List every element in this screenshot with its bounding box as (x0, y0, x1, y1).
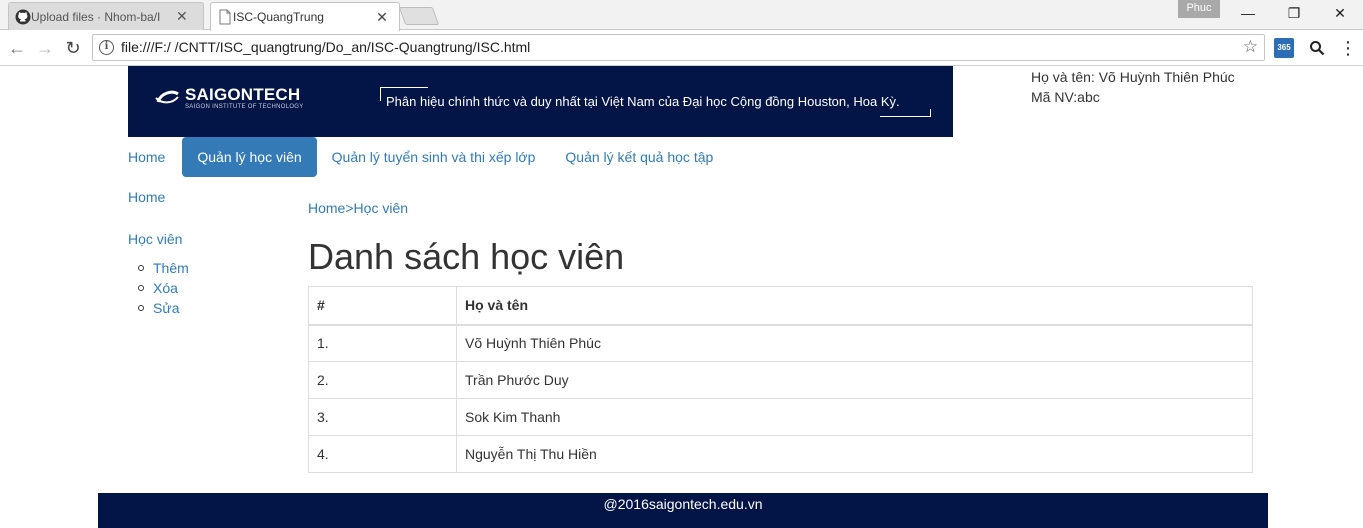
student-table: # Họ và tên 1. Võ Huỳnh Thiên Phúc 2. Tr… (308, 286, 1253, 473)
row-name: Sok Kim Thanh (456, 398, 1253, 436)
nav-home[interactable]: Home (128, 137, 182, 177)
nav-results-management[interactable]: Quản lý kết quả học tập (550, 137, 728, 177)
row-index: 4. (308, 435, 457, 473)
tagline-frame (380, 87, 381, 101)
browser-tab-bar: Upload files · Nhom-ba/I ISC-QuangTrung … (0, 0, 1363, 31)
browser-tab-title: Upload files · Nhom-ba/I (31, 9, 161, 24)
main-nav: Home Quản lý học viên Quản lý tuyển sinh… (128, 137, 728, 177)
tagline-frame (930, 109, 931, 117)
row-index: 1. (308, 324, 457, 362)
nav-admission-management[interactable]: Quản lý tuyển sinh và thi xếp lớp (317, 137, 551, 177)
url-text[interactable]: file:///F:/ /CNTT/ISC_quangtrung/Do_an/I… (121, 35, 530, 60)
browser-tab-title: ISC-QuangTrung (233, 10, 324, 24)
tagline-frame (380, 87, 428, 88)
row-name: Võ Huỳnh Thiên Phúc (456, 324, 1253, 362)
logo-subtitle: SAIGON INSTITUTE OF TECHNOLOGY (185, 104, 304, 110)
restore-icon[interactable]: ❐ (1271, 0, 1317, 28)
table-row: 1. Võ Huỳnh Thiên Phúc (308, 324, 1253, 362)
back-icon[interactable]: ← (6, 37, 28, 59)
menu-icon[interactable]: ⋮ (1338, 38, 1358, 58)
forward-icon[interactable]: → (34, 37, 56, 59)
page-title: Danh sách học viên (308, 236, 625, 277)
row-name: Trần Phước Duy (456, 361, 1253, 399)
breadcrumb-current[interactable]: Học viên (354, 200, 408, 216)
window-close-icon[interactable]: ✕ (1317, 0, 1363, 28)
page-icon (219, 9, 231, 25)
close-icon[interactable]: ✕ (176, 8, 188, 25)
minimize-icon[interactable]: — (1225, 0, 1271, 28)
row-index: 3. (308, 398, 457, 436)
tagline-frame (880, 116, 930, 117)
bookmark-star-icon[interactable]: ☆ (1243, 37, 1258, 57)
row-name: Nguyễn Thị Thu Hiền (456, 435, 1253, 473)
saigontech-logo-icon (155, 90, 179, 104)
column-header-index: # (308, 286, 457, 326)
sidebar-student-actions: Thêm Xóa Sửa (138, 258, 189, 318)
breadcrumb: Home>Học viên (308, 197, 408, 219)
sidebar-item-delete: Xóa (138, 278, 189, 298)
user-id: Mã NV:abc (1031, 89, 1100, 105)
browser-tab-isc[interactable]: ISC-QuangTrung ✕ (210, 2, 400, 31)
github-icon (15, 9, 31, 25)
address-bar[interactable]: i file:///F:/ /CNTT/ISC_quangtrung/Do_an… (92, 34, 1265, 61)
sidebar-item-add: Thêm (138, 258, 189, 278)
breadcrumb-home[interactable]: Home (308, 200, 345, 216)
table-row: 2. Trần Phước Duy (308, 361, 1253, 399)
header-banner: SAIGONTECH SAIGON INSTITUTE OF TECHNOLOG… (128, 66, 953, 137)
bullet-icon (138, 285, 144, 291)
header-tagline: Phân hiệu chính thức và duy nhất tại Việ… (386, 94, 900, 109)
info-icon[interactable]: i (99, 40, 114, 55)
close-icon[interactable]: ✕ (375, 9, 389, 26)
search-icon[interactable] (1306, 38, 1328, 58)
sidebar-edit-link[interactable]: Sửa (153, 298, 189, 318)
user-info: Họ và tên: Võ Huỳnh Thiên Phúc Mã NV:abc (1031, 67, 1235, 107)
bullet-icon (138, 305, 144, 311)
page-footer: @2016saigontech.edu.vn (98, 493, 1268, 528)
sidebar-add-link[interactable]: Thêm (153, 258, 189, 278)
profile-badge[interactable]: Phuc (1178, 0, 1220, 18)
bullet-icon (138, 265, 144, 271)
nav-student-management[interactable]: Quản lý học viên (182, 137, 317, 177)
new-tab-button[interactable] (398, 7, 440, 25)
reload-icon[interactable]: ↻ (62, 37, 84, 59)
table-row: 4. Nguyễn Thị Thu Hiền (308, 435, 1253, 473)
logo-text: SAIGONTECH (185, 85, 301, 104)
office-365-extension-icon[interactable]: 365 (1274, 38, 1294, 58)
table-header-row: # Họ và tên (308, 286, 1253, 326)
row-index: 2. (308, 361, 457, 399)
sidebar-students-link[interactable]: Học viên (128, 228, 182, 250)
browser-toolbar: ← → ↻ i file:///F:/ /CNTT/ISC_quangtrung… (0, 30, 1363, 66)
user-name: Họ và tên: Võ Huỳnh Thiên Phúc (1031, 69, 1235, 85)
column-header-name: Họ và tên (456, 286, 1253, 326)
sidebar-item-edit: Sửa (138, 298, 189, 318)
breadcrumb-separator: > (345, 200, 354, 216)
sidebar-delete-link[interactable]: Xóa (153, 278, 189, 298)
sidebar-home-link[interactable]: Home (128, 186, 165, 208)
browser-tab-upload[interactable]: Upload files · Nhom-ba/I (8, 2, 204, 30)
table-row: 3. Sok Kim Thanh (308, 398, 1253, 436)
